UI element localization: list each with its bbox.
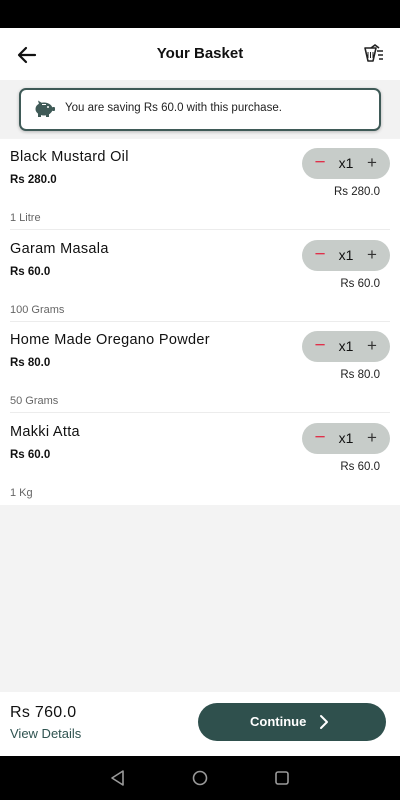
status-bar [0,0,400,28]
increase-quantity-button[interactable]: + [362,244,382,266]
basket-item: Home Made Oregano Powder Rs 80.0 50 Gram… [0,322,400,413]
nav-back-icon[interactable] [109,769,127,787]
item-unit: 50 Grams [10,395,59,407]
clear-basket-button[interactable] [362,42,386,66]
increase-quantity-button[interactable]: + [362,427,382,449]
continue-button[interactable]: Continue [198,703,386,741]
savings-text: You are saving Rs 60.0 with this purchas… [65,102,282,114]
item-price: Rs 80.0 [10,357,51,369]
item-total: Rs 80.0 [340,369,380,381]
view-details-link[interactable]: View Details [10,726,81,741]
continue-label: Continue [250,714,307,729]
app-header: Your Basket [0,28,400,80]
divider [10,229,390,230]
item-unit: 100 Grams [10,304,65,316]
basket-item: Makki Atta Rs 60.0 1 Kg − x1 + Rs 60.0 [0,414,400,505]
item-name: Garam Masala [10,241,109,257]
divider [10,412,390,413]
savings-section: You are saving Rs 60.0 with this purchas… [0,80,400,138]
system-nav-bar [0,756,400,800]
item-name: Black Mustard Oil [10,149,129,165]
basket-item: Garam Masala Rs 60.0 100 Grams − x1 + Rs… [0,231,400,322]
quantity-stepper: − x1 + [302,331,390,362]
piggy-bank-icon [35,100,55,117]
quantity-stepper: − x1 + [302,423,390,454]
item-total: Rs 60.0 [340,461,380,473]
increase-quantity-button[interactable]: + [362,335,382,357]
quantity-stepper: − x1 + [302,148,390,179]
clear-basket-icon [364,44,383,62]
basket-item-list: Black Mustard Oil Rs 280.0 1 Litre − x1 … [0,139,400,505]
item-name: Makki Atta [10,424,80,440]
chevron-right-icon [320,715,328,729]
item-total: Rs 280.0 [333,186,380,198]
nav-recents-icon[interactable] [273,769,291,787]
item-name: Home Made Oregano Powder [10,332,210,348]
basket-total: Rs 760.0 [10,704,77,721]
item-unit: 1 Litre [10,212,41,224]
item-price: Rs 60.0 [10,449,51,461]
item-total: Rs 60.0 [340,278,380,290]
item-price: Rs 60.0 [10,266,51,278]
increase-quantity-button[interactable]: + [362,152,382,174]
basket-item: Black Mustard Oil Rs 280.0 1 Litre − x1 … [0,139,400,230]
item-price: Rs 280.0 [10,174,57,186]
item-unit: 1 Kg [10,487,33,499]
page-title: Your Basket [156,45,244,62]
savings-banner: You are saving Rs 60.0 with this purchas… [19,88,381,131]
nav-home-icon[interactable] [191,769,209,787]
checkout-footer: Rs 760.0 View Details Continue [0,692,400,756]
quantity-stepper: − x1 + [302,240,390,271]
